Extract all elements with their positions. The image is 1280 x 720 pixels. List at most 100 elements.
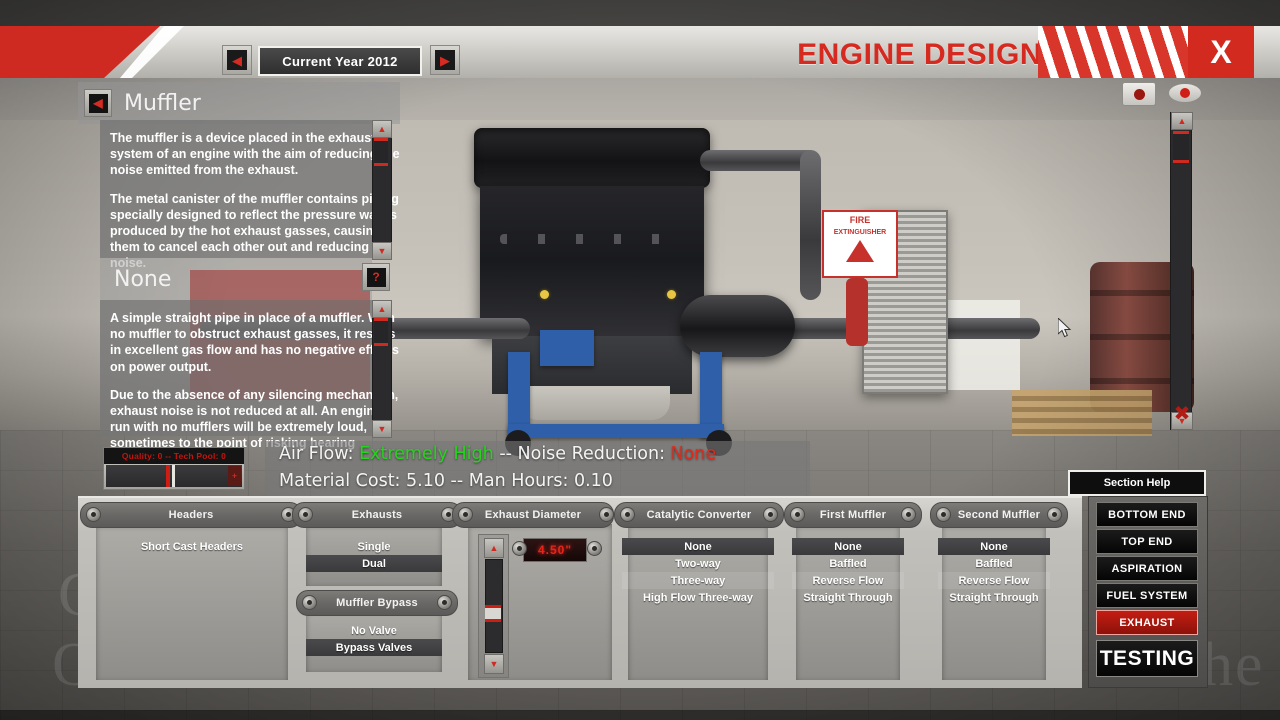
catalytic-converter-option-list[interactable]: None Two-way Three-way High Flow Three-w…	[622, 538, 774, 606]
quality-meter-track: +	[106, 465, 242, 487]
screw-icon	[298, 507, 313, 522]
sidebar-item-exhaust[interactable]: EXHAUST	[1096, 610, 1198, 635]
scrollbar-thumb[interactable]	[374, 138, 388, 166]
prev-year-button[interactable]: ◀	[222, 45, 252, 75]
engine-block	[480, 186, 704, 336]
option-info-scrollbar[interactable]: ▲ ▼	[372, 300, 392, 438]
muffler-back-button[interactable]: ◀	[84, 89, 112, 117]
slider-thumb[interactable]	[485, 605, 501, 622]
muffler-bypass-option-list[interactable]: No Valve Bypass Valves	[306, 622, 442, 656]
current-year-label: Current Year 2012	[282, 53, 398, 69]
sidebar-item-top-end[interactable]: TOP END	[1096, 529, 1198, 554]
option-info-panel: A simple straight pipe in place of a muf…	[100, 300, 399, 450]
quality-marker-secondary	[172, 465, 175, 487]
engine-stand-base	[508, 424, 724, 438]
fire-extinguisher-sign: FIRE EXTINGUISHER	[822, 210, 898, 278]
sidebar-item-bottom-end[interactable]: BOTTOM END	[1096, 502, 1198, 527]
screw-icon	[1047, 507, 1062, 522]
option-cat-three-way[interactable]: Three-way	[622, 572, 774, 589]
current-year-display: Current Year 2012	[258, 46, 422, 76]
testing-button[interactable]: TESTING	[1096, 640, 1198, 677]
option-no-valve[interactable]: No Valve	[306, 622, 442, 639]
next-year-button[interactable]: ▶	[430, 45, 460, 75]
quality-meter: Quality: 0 -- Tech Pool: 0 +	[103, 447, 245, 490]
option-cat-two-way[interactable]: Two-way	[622, 555, 774, 572]
exhausts-option-list[interactable]: Single Dual	[306, 538, 442, 572]
scroll-down-icon[interactable]: ▼	[372, 242, 392, 260]
quality-end-marker: +	[228, 466, 241, 486]
up-arrow-icon[interactable]: ▲	[484, 538, 504, 558]
option-m2-reverse-flow[interactable]: Reverse Flow	[938, 572, 1050, 589]
section-help-label: Section Help	[1103, 477, 1171, 489]
scroll-up-icon[interactable]: ▲	[372, 120, 392, 138]
muffler-info-scrollbar[interactable]: ▲ ▼	[372, 120, 392, 260]
option-dual[interactable]: Dual	[306, 555, 442, 572]
exhaust-downpipe	[800, 150, 821, 300]
screw-icon	[936, 507, 951, 522]
nav-label-aspiration: ASPIRATION	[1111, 562, 1183, 575]
option-info-header: None	[100, 258, 372, 300]
scroll-down-icon[interactable]: ▼	[372, 420, 392, 438]
option-help-button[interactable]: ?	[362, 263, 390, 291]
left-arrow-icon: ◀	[88, 93, 108, 113]
viewport-scrollbar[interactable]: ▲ ▼	[1170, 112, 1193, 430]
stat-separator: --	[499, 444, 518, 464]
headers-column-header: Headers	[80, 502, 302, 528]
option-m2-baffled[interactable]: Baffled	[938, 555, 1050, 572]
first-muffler-option-list[interactable]: None Baffled Reverse Flow Straight Throu…	[792, 538, 904, 606]
airflow-noise-line: Air Flow: Extremely High -- Noise Reduct…	[279, 441, 810, 468]
exhaust-diameter-slider[interactable]: ▲ ▼	[478, 534, 509, 678]
fire-sign-triangle	[846, 240, 874, 262]
muffler-info-title: Muffler	[124, 90, 201, 116]
close-button[interactable]: X	[1188, 26, 1254, 78]
exhaust-diameter-label: Exhaust Diameter	[484, 509, 582, 521]
option-m2-none[interactable]: None	[938, 538, 1050, 555]
catalytic-converter-label: Catalytic Converter	[646, 509, 752, 521]
exhaust-diameter-header: Exhaust Diameter	[452, 502, 614, 528]
camera-icon[interactable]	[1122, 82, 1156, 106]
down-arrow-icon[interactable]: ▼	[484, 654, 504, 674]
screw-icon	[599, 507, 614, 522]
engine-bolt-row	[500, 234, 690, 244]
noise-reduction-value: None	[670, 444, 717, 464]
eye-icon[interactable]	[1168, 82, 1202, 104]
engine-stats-panel: Air Flow: Extremely High -- Noise Reduct…	[265, 441, 810, 495]
nav-label-fuel-system: FUEL SYSTEM	[1106, 589, 1188, 602]
quality-meter-label: Quality: 0 -- Tech Pool: 0	[104, 448, 244, 464]
left-arrow-icon: ◀	[227, 50, 247, 70]
option-cat-none[interactable]: None	[622, 538, 774, 555]
option-cat-high-flow-three-way[interactable]: High Flow Three-way	[622, 589, 774, 606]
option-m2-straight-through[interactable]: Straight Through	[938, 589, 1050, 606]
scroll-up-icon[interactable]: ▲	[372, 300, 392, 318]
option-info-title: None	[114, 266, 172, 292]
screw-icon	[587, 541, 602, 556]
exhaust-diameter-value: 4.50"	[537, 543, 573, 557]
testing-label: TESTING	[1099, 646, 1195, 670]
option-bypass-valves[interactable]: Bypass Valves	[306, 639, 442, 656]
game-window: FIRE EXTINGUISHER C O he ◀ Current Year …	[0, 0, 1280, 720]
scrollbar-thumb[interactable]	[1173, 131, 1189, 163]
sidebar-item-aspiration[interactable]: ASPIRATION	[1096, 556, 1198, 581]
option-m1-straight-through[interactable]: Straight Through	[792, 589, 904, 606]
option-m1-reverse-flow[interactable]: Reverse Flow	[792, 572, 904, 589]
engine-spark-plug	[540, 290, 549, 299]
option-m1-baffled[interactable]: Baffled	[792, 555, 904, 572]
letterbox-top	[0, 0, 1280, 26]
scrollbar-thumb[interactable]	[374, 318, 388, 346]
option-single[interactable]: Single	[306, 538, 442, 555]
scroll-up-icon[interactable]: ▲	[1171, 112, 1193, 130]
screw-icon	[458, 507, 473, 522]
screw-icon	[512, 541, 527, 556]
mouse-cursor	[1058, 318, 1074, 340]
first-muffler-label: First Muffler	[819, 509, 887, 521]
fire-sign-line1: FIRE	[849, 215, 871, 225]
section-help-button[interactable]: Section Help	[1068, 470, 1206, 496]
sidebar-item-fuel-system[interactable]: FUEL SYSTEM	[1096, 583, 1198, 608]
second-muffler-option-list[interactable]: None Baffled Reverse Flow Straight Throu…	[938, 538, 1050, 606]
option-short-cast-headers[interactable]: Short Cast Headers	[96, 538, 288, 555]
fire-extinguisher	[846, 278, 868, 346]
option-m1-none[interactable]: None	[792, 538, 904, 555]
wooden-pallet	[1012, 390, 1152, 436]
headers-option-list[interactable]: Short Cast Headers	[96, 538, 288, 555]
headers-header-label: Headers	[168, 509, 214, 521]
